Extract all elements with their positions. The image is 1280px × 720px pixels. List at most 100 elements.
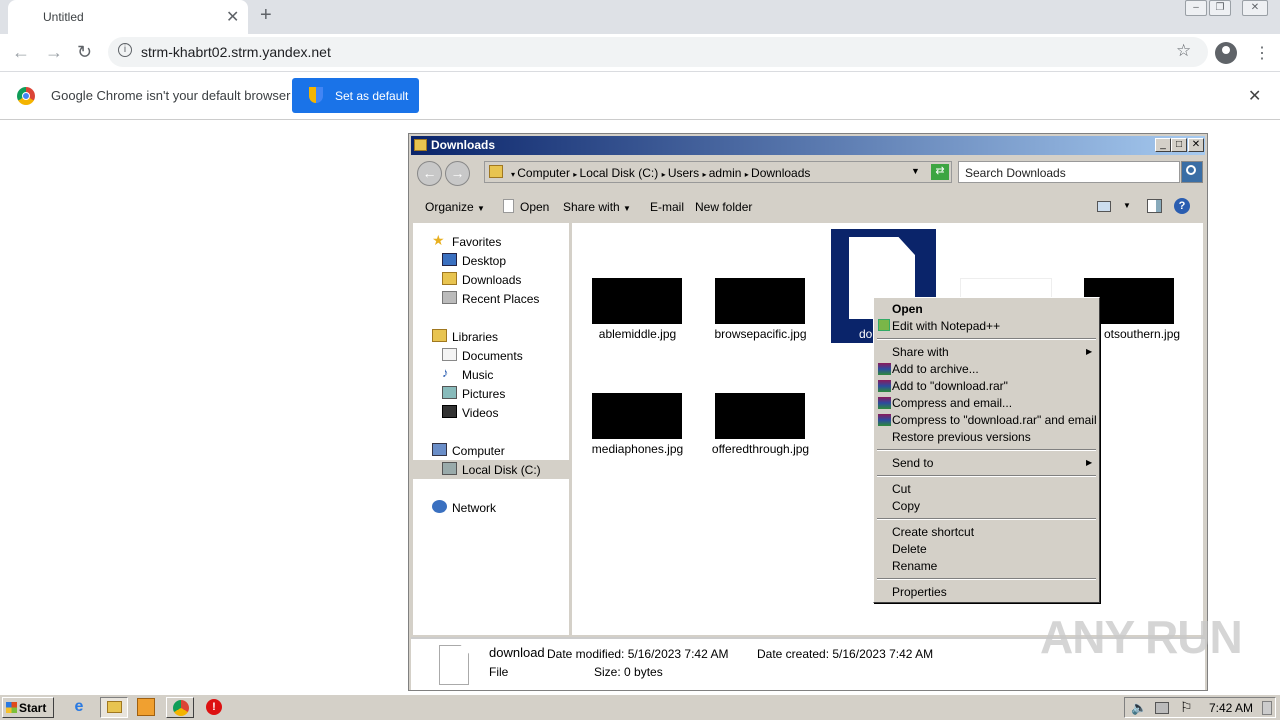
- menu-add-to-archive[interactable]: Add to archive...: [892, 362, 979, 376]
- explorer-search-input[interactable]: Search Downloads: [958, 161, 1180, 183]
- submenu-arrow-icon: ▶: [1086, 347, 1093, 356]
- menu-delete[interactable]: Delete: [892, 542, 927, 556]
- nav-downloads[interactable]: Downloads: [413, 270, 569, 289]
- nav-desktop[interactable]: Desktop: [413, 251, 569, 270]
- clock[interactable]: 7:42 AM: [1209, 701, 1253, 715]
- share-with-button[interactable]: Share with ▼: [563, 200, 631, 214]
- nav-music[interactable]: ♪ Music: [413, 365, 569, 384]
- nav-favorites[interactable]: ★ Favorites: [413, 232, 569, 251]
- menu-rename[interactable]: Rename: [892, 559, 937, 573]
- nav-documents[interactable]: Documents: [413, 346, 569, 365]
- breadcrumb: ▾ Computer ▸ Local Disk (C:) ▸ Users ▸ a…: [511, 166, 811, 180]
- stop-icon[interactable]: !: [206, 699, 222, 715]
- menu-copy[interactable]: Copy: [892, 499, 920, 513]
- address-bar[interactable]: i strm-khabrt02.strm.yandex.net ☆: [108, 37, 1208, 67]
- crumb-local-disk[interactable]: Local Disk (C:): [580, 166, 659, 180]
- nav-computer[interactable]: Computer: [413, 441, 569, 460]
- explorer-forward-button[interactable]: →: [445, 161, 470, 186]
- desktop-icon: [442, 253, 457, 266]
- restore-window-button[interactable]: ❐: [1209, 0, 1231, 16]
- view-dropdown-icon[interactable]: ▼: [1123, 201, 1131, 210]
- nav-recent-places[interactable]: Recent Places: [413, 289, 569, 308]
- explorer-maximize-button[interactable]: □: [1171, 138, 1187, 152]
- set-as-default-button[interactable]: Set as default: [292, 78, 419, 113]
- menu-cut[interactable]: Cut: [892, 482, 911, 496]
- email-button[interactable]: E-mail: [650, 200, 684, 214]
- nav-libraries[interactable]: Libraries: [413, 327, 569, 346]
- tab-untitled[interactable]: Untitled ✕: [8, 0, 248, 34]
- notepad-plus-plus-icon: [878, 319, 890, 331]
- crumb-computer[interactable]: Computer: [517, 166, 570, 180]
- search-icon[interactable]: [1181, 161, 1203, 183]
- start-button[interactable]: Start: [2, 697, 54, 718]
- address-dropdown-icon[interactable]: ▼: [911, 166, 920, 176]
- details-file-name: download: [489, 645, 545, 660]
- computer-icon: [432, 443, 447, 456]
- menu-share-with[interactable]: Share with: [892, 345, 949, 359]
- file-preview-icon: [439, 645, 469, 685]
- menu-send-to[interactable]: Send to: [892, 456, 933, 470]
- menu-edit-notepad[interactable]: Edit with Notepad++: [892, 319, 1000, 333]
- explorer-title: Downloads: [431, 138, 496, 152]
- bookmark-star-icon[interactable]: ☆: [1176, 41, 1191, 61]
- menu-kebab-icon[interactable]: ⋮: [1254, 43, 1270, 63]
- set-as-default-label: Set as default: [335, 89, 409, 103]
- documents-icon: [442, 348, 457, 361]
- explorer-minimize-button[interactable]: _: [1155, 138, 1171, 152]
- taskbar-chrome-button[interactable]: [166, 697, 194, 718]
- menu-restore-versions[interactable]: Restore previous versions: [892, 430, 1031, 444]
- organize-button[interactable]: Organize ▼: [425, 200, 485, 214]
- menu-compress-rar-email[interactable]: Compress to "download.rar" and email: [892, 413, 1097, 427]
- refresh-icon[interactable]: ⇄: [931, 164, 949, 180]
- close-tab-icon[interactable]: ✕: [226, 7, 239, 27]
- open-button[interactable]: Open: [520, 200, 549, 214]
- action-center-flag-icon[interactable]: ⚐: [1180, 699, 1193, 716]
- details-file-type: File: [489, 665, 509, 679]
- minimize-window-button[interactable]: –: [1185, 0, 1207, 16]
- nav-pictures[interactable]: Pictures: [413, 384, 569, 403]
- media-player-icon[interactable]: [137, 698, 155, 716]
- reload-icon[interactable]: ↻: [77, 42, 92, 63]
- volume-icon[interactable]: 🔈: [1131, 700, 1147, 716]
- internet-explorer-icon[interactable]: e: [70, 698, 88, 716]
- disk-drive-icon: [442, 462, 457, 475]
- file-name: ablemiddle.jpg: [598, 327, 677, 341]
- tab-title: Untitled: [43, 10, 84, 24]
- close-window-button[interactable]: ✕: [1242, 0, 1268, 16]
- menu-separator: [877, 475, 1096, 477]
- taskbar-explorer-button[interactable]: [100, 697, 128, 718]
- crumb-admin[interactable]: admin: [709, 166, 742, 180]
- open-file-icon: [503, 199, 514, 213]
- crumb-downloads[interactable]: Downloads: [751, 166, 810, 180]
- menu-properties[interactable]: Properties: [892, 585, 947, 599]
- videos-icon: [442, 405, 457, 418]
- new-folder-button[interactable]: New folder: [695, 200, 752, 214]
- explorer-address-bar[interactable]: ▾ Computer ▸ Local Disk (C:) ▸ Users ▸ a…: [484, 161, 952, 183]
- menu-separator: [877, 338, 1096, 340]
- profile-avatar-icon[interactable]: [1215, 42, 1237, 64]
- menu-create-shortcut[interactable]: Create shortcut: [892, 525, 974, 539]
- help-icon[interactable]: ?: [1174, 198, 1190, 214]
- infobar-close-icon[interactable]: ✕: [1248, 86, 1261, 106]
- nav-network[interactable]: Network: [413, 498, 569, 517]
- nav-videos[interactable]: Videos: [413, 403, 569, 422]
- anyrun-watermark: ANY RUN: [1040, 611, 1243, 663]
- show-desktop-button[interactable]: [1262, 701, 1272, 715]
- explorer-titlebar[interactable]: Downloads _ □ ✕: [411, 136, 1205, 155]
- explorer-close-button[interactable]: ✕: [1188, 138, 1204, 152]
- site-info-icon[interactable]: i: [118, 43, 132, 57]
- menu-open[interactable]: Open: [892, 302, 923, 316]
- change-view-icon[interactable]: [1097, 201, 1111, 212]
- new-tab-plus-icon[interactable]: +: [260, 4, 272, 27]
- menu-add-to-rar[interactable]: Add to "download.rar": [892, 379, 1008, 393]
- network-status-icon[interactable]: [1155, 702, 1169, 714]
- nav-local-disk[interactable]: Local Disk (C:): [413, 460, 569, 479]
- details-date-modified: Date modified: 5/16/2023 7:42 AM: [547, 647, 729, 661]
- menu-compress-email[interactable]: Compress and email...: [892, 396, 1012, 410]
- crumb-users[interactable]: Users: [668, 166, 699, 180]
- forward-icon[interactable]: →: [45, 42, 63, 63]
- file-name: browsepacific.jpg: [714, 327, 807, 341]
- preview-pane-icon[interactable]: [1147, 199, 1162, 213]
- explorer-back-button[interactable]: ←: [417, 161, 442, 186]
- back-icon[interactable]: ←: [12, 42, 30, 63]
